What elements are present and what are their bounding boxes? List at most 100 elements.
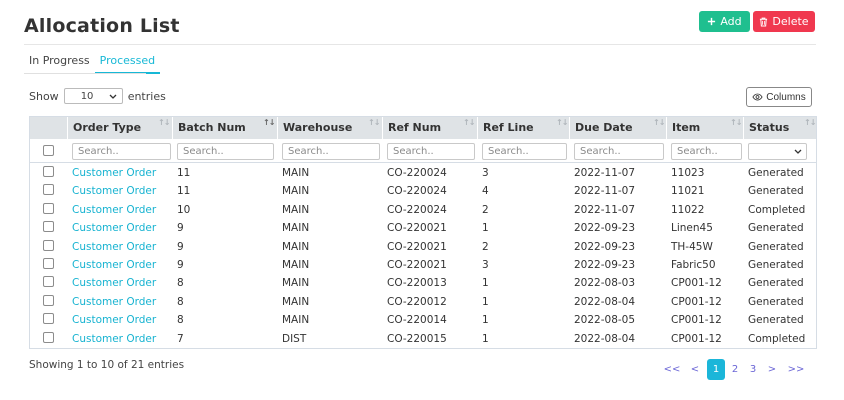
filter-due-date-input[interactable] <box>574 143 664 160</box>
row-checkbox[interactable] <box>43 202 54 214</box>
cell-ref-num: CO-220024 <box>387 167 447 179</box>
tab-processed[interactable]: Processed <box>94 52 161 74</box>
cell-batch-num: 9 <box>177 222 184 235</box>
header-warehouse[interactable]: Warehouse ↑↓ <box>277 117 382 139</box>
cell-order-type[interactable]: Customer Order <box>72 164 156 182</box>
cell-batch-num: 7 <box>177 332 184 345</box>
cell-ref-num: CO-220021 <box>387 240 447 253</box>
chevron-down-icon <box>109 94 117 99</box>
header-label: Warehouse <box>283 121 353 134</box>
cell-order-type[interactable]: Customer Order <box>72 293 156 311</box>
row-checkbox[interactable] <box>43 294 54 306</box>
cell-batch-num: 8 <box>177 295 184 308</box>
cell-order-type[interactable]: Customer Order <box>72 274 156 292</box>
header-select-column <box>30 117 67 139</box>
cell-status: Generated <box>748 295 804 308</box>
table-row: Customer Order 8 MAIN CO-220013 1 2022-08-03 C… <box>30 274 816 292</box>
row-checkbox[interactable] <box>43 184 54 196</box>
table-row: Customer Order 9 MAIN CO-220021 1 2022-09-23 L… <box>30 219 816 237</box>
cell-ref-num: CO-220021 <box>387 222 447 235</box>
header-ref-line[interactable]: Ref Line ↑↓ <box>477 117 569 139</box>
cell-batch-num: 9 <box>177 240 184 253</box>
sort-icon: ↑↓ <box>730 118 742 127</box>
cell-order-type[interactable]: Customer Order <box>72 182 156 200</box>
header-label: Ref Num <box>388 121 442 134</box>
columns-button[interactable]: Columns <box>746 87 812 107</box>
filter-status-select[interactable] <box>748 143 807 160</box>
cell-status: Generated <box>748 240 804 253</box>
cell-ref-line: 1 <box>482 295 489 308</box>
columns-button-label: Columns <box>766 91 806 103</box>
cell-order-type[interactable]: Customer Order <box>72 330 156 348</box>
filter-row <box>30 139 816 163</box>
row-checkbox[interactable] <box>43 331 54 343</box>
cell-item: CP001-12 <box>671 314 722 327</box>
page-size-select[interactable]: 10 <box>63 88 123 104</box>
cell-due-date: 2022-11-07 <box>574 167 636 179</box>
pagination-prev[interactable]: < <box>688 359 702 380</box>
pagination-page-3[interactable]: 3 <box>745 359 761 380</box>
pagination-next[interactable]: > <box>764 359 780 380</box>
cell-order-type[interactable]: Customer Order <box>72 201 156 219</box>
filter-batch-num-input[interactable] <box>177 143 274 160</box>
delete-button-label: Delete <box>772 15 809 28</box>
cell-item: TH-45W <box>671 240 713 253</box>
eye-icon <box>752 93 763 101</box>
cell-ref-line: 3 <box>482 167 489 179</box>
table-row: Customer Order 7 DIST CO-220015 1 2022-08-04 C… <box>30 330 816 348</box>
filter-ref-num-input[interactable] <box>387 143 475 160</box>
header-status[interactable]: Status ↑↓ <box>743 117 816 139</box>
cell-ref-line: 2 <box>482 203 489 216</box>
cell-batch-num: 9 <box>177 259 184 271</box>
row-checkbox[interactable] <box>43 258 54 269</box>
header-item[interactable]: Item ↑↓ <box>666 117 743 139</box>
table-row: Customer Order 11 MAIN CO-220024 4 2022-11-07… <box>30 182 816 200</box>
pagination-first[interactable]: << <box>663 359 681 380</box>
cell-item: 11023 <box>671 167 705 179</box>
header-order-type[interactable]: Order Type ↑↓ <box>67 117 172 139</box>
cell-due-date: 2022-08-05 <box>574 314 636 327</box>
cell-warehouse: MAIN <box>282 167 310 179</box>
cell-order-type[interactable]: Customer Order <box>72 256 156 274</box>
cell-warehouse: MAIN <box>282 222 310 235</box>
tab-divider <box>24 73 146 74</box>
pagination-last[interactable]: >> <box>785 359 807 380</box>
select-all-checkbox[interactable] <box>43 145 54 156</box>
header-due-date[interactable]: Due Date ↑↓ <box>569 117 666 139</box>
cell-ref-line: 1 <box>482 314 489 327</box>
header-batch-num[interactable]: Batch Num ↑↓ <box>172 117 277 139</box>
sort-icon: ↑↓ <box>653 118 665 127</box>
sort-icon: ↑↓ <box>556 118 568 127</box>
filter-ref-line-input[interactable] <box>482 143 567 160</box>
header-ref-num[interactable]: Ref Num ↑↓ <box>382 117 477 139</box>
show-label: Show <box>29 89 59 103</box>
cell-item: 11022 <box>671 203 705 216</box>
header-label: Due Date <box>575 121 633 134</box>
cell-due-date: 2022-09-23 <box>574 240 636 253</box>
cell-ref-num: CO-220021 <box>387 259 447 271</box>
cell-item: Fabric50 <box>671 259 716 271</box>
add-button[interactable]: Add <box>699 11 750 32</box>
filter-order-type-input[interactable] <box>72 143 171 160</box>
cell-warehouse: MAIN <box>282 203 310 216</box>
cell-order-type[interactable]: Customer Order <box>72 238 156 256</box>
cell-ref-line: 1 <box>482 277 489 290</box>
row-checkbox[interactable] <box>43 221 54 233</box>
row-checkbox[interactable] <box>43 313 54 325</box>
row-checkbox[interactable] <box>43 166 54 177</box>
cell-order-type[interactable]: Customer Order <box>72 311 156 329</box>
cell-due-date: 2022-08-04 <box>574 295 636 308</box>
pagination-page-1[interactable]: 1 <box>707 359 725 380</box>
filter-item-input[interactable] <box>671 143 742 160</box>
row-checkbox[interactable] <box>43 239 54 251</box>
tab-in-progress[interactable]: In Progress <box>24 52 95 74</box>
row-checkbox[interactable] <box>43 276 54 288</box>
cell-ref-num: CO-220024 <box>387 185 447 198</box>
cell-order-type[interactable]: Customer Order <box>72 219 156 237</box>
delete-button[interactable]: Delete <box>753 11 815 32</box>
filter-warehouse-input[interactable] <box>282 143 380 160</box>
cell-ref-num: CO-220012 <box>387 295 447 308</box>
cell-due-date: 2022-08-04 <box>574 332 636 345</box>
pagination-page-2[interactable]: 2 <box>727 359 743 380</box>
cell-status: Generated <box>748 167 804 179</box>
